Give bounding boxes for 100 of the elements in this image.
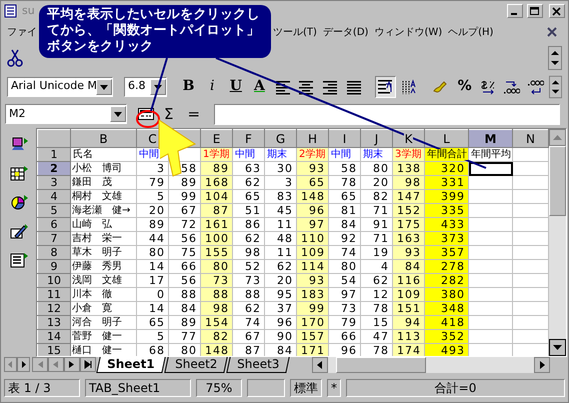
number-cell: 17 xyxy=(136,274,168,288)
row-header[interactable]: 12 xyxy=(38,302,70,316)
scroll-down-button[interactable] xyxy=(549,339,566,356)
number-cell: 98 xyxy=(232,246,264,260)
close-icon[interactable] xyxy=(547,27,557,37)
column-header[interactable]: F xyxy=(232,130,264,148)
close-icon[interactable] xyxy=(552,6,562,16)
name-cell: 小松 博司 xyxy=(70,162,136,176)
number-cell: 65 xyxy=(328,190,360,204)
number-cell: 373 xyxy=(424,232,468,246)
number-cell: 92 xyxy=(328,232,360,246)
formula-input-field[interactable] xyxy=(214,104,560,124)
column-header[interactable]: N xyxy=(512,130,548,148)
name-cell: 河合 明子 xyxy=(70,316,136,330)
maximize-icon[interactable] xyxy=(530,6,540,16)
sheet-tab[interactable]: Sheet2 xyxy=(164,357,228,373)
number-cell: 20 xyxy=(136,204,168,218)
selected-cell[interactable] xyxy=(468,162,512,176)
row-header[interactable]: 3 xyxy=(38,176,70,190)
scroll-spinner-icon[interactable] xyxy=(548,46,562,70)
row-header[interactable]: 5 xyxy=(38,204,70,218)
sum-button[interactable]: Σ xyxy=(164,102,174,126)
number-cell: 66 xyxy=(328,330,360,344)
number-cell: 399 xyxy=(424,190,468,204)
insert-table-icon[interactable] xyxy=(10,165,28,181)
column-header[interactable]: E xyxy=(200,130,232,148)
sheet-tab[interactable]: Sheet1 xyxy=(96,357,166,373)
number-cell: 80 xyxy=(200,260,232,274)
row-header[interactable]: 14 xyxy=(38,330,70,344)
function-button[interactable]: = xyxy=(187,102,200,126)
tab-navigation-icon[interactable] xyxy=(32,357,96,372)
maximize-button[interactable] xyxy=(527,4,543,18)
row-header[interactable]: 7 xyxy=(38,232,70,246)
header-cell: 3学期 xyxy=(392,148,424,162)
format-button[interactable]: % xyxy=(454,76,475,98)
number-cell: 62 xyxy=(232,302,264,316)
vertical-scrollbar[interactable] xyxy=(549,129,566,356)
name-cell: 吉村 栄一 xyxy=(70,232,136,246)
number-cell: 147 xyxy=(392,190,424,204)
number-cell: 380 xyxy=(424,288,468,302)
italic-button[interactable]: i xyxy=(202,76,223,98)
row-header[interactable]: 8 xyxy=(38,246,70,260)
bold-button[interactable]: B xyxy=(178,76,199,98)
menu-item[interactable]: ファイ xyxy=(4,22,40,42)
number-cell: 0 xyxy=(136,288,168,302)
row-header[interactable]: 1 xyxy=(38,148,70,162)
scroll-left-button[interactable] xyxy=(312,357,328,373)
row-header[interactable]: 9 xyxy=(38,260,70,274)
name-box[interactable]: M2 xyxy=(5,104,127,124)
number-cell: 161 xyxy=(200,218,232,232)
scroll-thumb[interactable] xyxy=(336,357,426,373)
minimize-button[interactable] xyxy=(507,4,523,18)
row-header[interactable]: 10 xyxy=(38,274,70,288)
menu-item[interactable]: ヘルプ(H) xyxy=(445,22,496,42)
number-cell: 80 xyxy=(328,260,360,274)
column-header[interactable]: J xyxy=(360,130,392,148)
number-cell: 65 xyxy=(136,316,168,330)
menu-item[interactable]: データ(D) xyxy=(320,22,372,42)
column-header[interactable]: H xyxy=(296,130,328,148)
number-cell: 114 xyxy=(296,260,328,274)
number-cell: 73 xyxy=(232,274,264,288)
number-cell: 97 xyxy=(328,288,360,302)
row-header[interactable]: 4 xyxy=(38,190,70,204)
column-header[interactable]: G xyxy=(264,130,296,148)
draw-tool-icon[interactable] xyxy=(10,223,28,239)
sheet-tab[interactable]: Sheet3 xyxy=(226,357,290,373)
close-button[interactable] xyxy=(549,4,565,18)
font-color-button[interactable]: A xyxy=(249,76,270,98)
row-header[interactable]: 2 xyxy=(38,162,70,176)
row-header[interactable]: 15 xyxy=(38,344,70,356)
row-header[interactable]: 13 xyxy=(38,316,70,330)
row-header[interactable]: 6 xyxy=(38,218,70,232)
scroll-spinner-icon[interactable] xyxy=(548,75,562,98)
status-text: 75% xyxy=(196,379,242,397)
header-cell: 中間 xyxy=(232,148,264,162)
number-cell: 348 xyxy=(424,302,468,316)
horizontal-scrollbar[interactable] xyxy=(312,357,550,373)
split-scroll-buttons-icon[interactable] xyxy=(4,357,30,372)
number-cell: 113 xyxy=(392,330,424,344)
column-header[interactable]: M xyxy=(468,130,512,148)
column-header[interactable]: I xyxy=(328,130,360,148)
status-text: TAB_Sheet1 xyxy=(85,379,191,397)
scroll-right-button[interactable] xyxy=(534,357,550,373)
column-header[interactable]: L xyxy=(424,130,468,148)
scissors-icon[interactable] xyxy=(7,49,23,67)
number-cell: 155 xyxy=(200,246,232,260)
form-controls-icon[interactable] xyxy=(10,252,28,268)
corner-cell[interactable] xyxy=(38,130,70,148)
scroll-thumb[interactable] xyxy=(549,146,566,216)
number-cell: 163 xyxy=(392,232,424,246)
menu-item[interactable]: ツール(T) xyxy=(270,22,320,42)
underline-button[interactable]: U xyxy=(226,76,246,98)
menu-item[interactable]: ウィンドウ(W) xyxy=(371,22,446,42)
row-header[interactable]: 11 xyxy=(38,288,70,302)
column-header[interactable]: B xyxy=(70,130,136,148)
insert-object-icon[interactable] xyxy=(10,136,28,152)
font-size-dropdown[interactable]: 6.8 xyxy=(124,76,168,96)
pie-chart-icon[interactable] xyxy=(10,194,28,210)
font-dropdown[interactable]: Arial Unicode M xyxy=(7,76,113,96)
number-cell: 62 xyxy=(232,232,264,246)
